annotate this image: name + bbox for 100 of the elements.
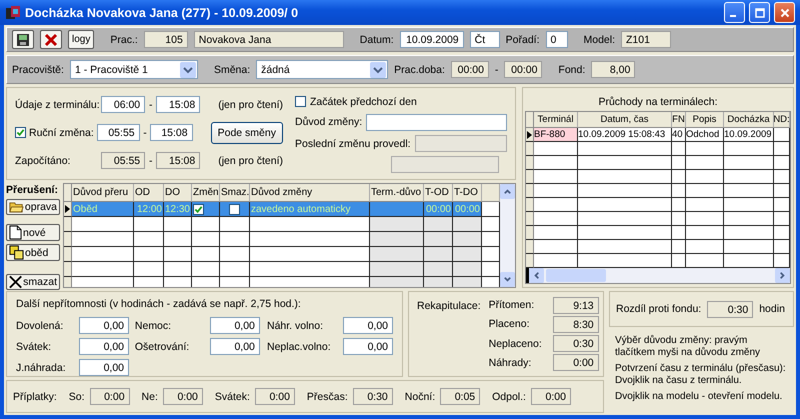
- text-field[interactable]: 0,00: [79, 359, 129, 376]
- text-field[interactable]: 0:00: [552, 354, 599, 372]
- shift-button[interactable]: Pode směny: [210, 122, 283, 144]
- toolbar-button[interactable]: smazat: [6, 274, 60, 290]
- save-button[interactable]: [12, 30, 34, 49]
- text-field[interactable]: 0,00: [343, 317, 393, 334]
- table-cell: [370, 217, 424, 232]
- field-label: Poslední změnu provedl:: [295, 138, 411, 150]
- row-header[interactable]: [526, 254, 534, 268]
- toolbar-button[interactable]: nové: [6, 224, 60, 241]
- text-field[interactable]: 0:00: [530, 388, 571, 405]
- row-header[interactable]: [64, 247, 72, 262]
- row-header[interactable]: [526, 156, 534, 170]
- row-header[interactable]: [64, 202, 72, 217]
- checkbox[interactable]: [229, 204, 240, 214]
- column-header[interactable]: FN: [672, 112, 686, 128]
- maximize-button[interactable]: [749, 2, 770, 23]
- text-field[interactable]: 00:00: [450, 61, 489, 78]
- minimize-button[interactable]: [724, 2, 745, 23]
- column-header[interactable]: Popis: [686, 112, 724, 128]
- checkbox[interactable]: [15, 127, 26, 138]
- text-field[interactable]: 10.09.2009: [400, 31, 464, 48]
- text-field[interactable]: 0:30: [352, 388, 393, 405]
- dropdown[interactable]: 1 - Pracoviště 1: [70, 60, 198, 79]
- text-field[interactable]: 06:00: [101, 96, 146, 113]
- text-field[interactable]: 0,00: [210, 338, 260, 355]
- row-header[interactable]: [64, 262, 72, 277]
- text-field[interactable]: Čt: [470, 31, 500, 48]
- checkbox[interactable]: [295, 96, 306, 108]
- column-header[interactable]: OD: [134, 184, 164, 202]
- text-field[interactable]: 8,00: [591, 61, 636, 78]
- row-header[interactable]: [526, 184, 534, 198]
- row-header[interactable]: [526, 212, 534, 226]
- text-field[interactable]: 15:08: [156, 96, 200, 113]
- text-field[interactable]: [414, 135, 507, 152]
- row-header[interactable]: [64, 232, 72, 247]
- text-field[interactable]: 05:55: [101, 152, 146, 169]
- row-header[interactable]: [526, 142, 534, 156]
- text-field[interactable]: 0:30: [707, 300, 754, 318]
- field-label: Prac.doba:: [394, 64, 445, 76]
- text-field[interactable]: 0:30: [552, 335, 599, 352]
- table-cell: [164, 247, 192, 262]
- text-field[interactable]: 05:55: [97, 124, 140, 141]
- scrollbar[interactable]: [526, 268, 790, 283]
- text-field[interactable]: 9:13: [552, 296, 599, 314]
- row-header[interactable]: [526, 226, 534, 240]
- text-field[interactable]: 0:00: [162, 388, 203, 405]
- text-field[interactable]: 0:05: [440, 388, 480, 405]
- row-header[interactable]: [526, 198, 534, 212]
- text-field[interactable]: 00:00: [504, 61, 542, 78]
- column-header[interactable]: Důvod změny: [250, 184, 370, 202]
- column-header[interactable]: Změn: [192, 184, 220, 202]
- scroll-arrow-button[interactable]: [500, 272, 515, 287]
- column-header[interactable]: Datum, čas: [578, 112, 672, 128]
- text-field[interactable]: 0,00: [79, 338, 129, 355]
- text-field[interactable]: 0:00: [254, 388, 295, 405]
- text-field[interactable]: 105: [144, 31, 188, 48]
- text-field[interactable]: 0:00: [90, 388, 130, 405]
- table-cell: 40: [672, 128, 686, 142]
- checkbox[interactable]: [193, 204, 204, 214]
- table-cell: [724, 212, 774, 226]
- scroll-arrow-button[interactable]: [500, 184, 515, 199]
- row-header[interactable]: [526, 240, 534, 254]
- row-header[interactable]: [526, 128, 534, 142]
- toolbar-button[interactable]: oběd: [6, 244, 60, 261]
- column-header[interactable]: DO: [164, 184, 192, 202]
- toolbar-button[interactable]: oprava: [6, 199, 60, 215]
- row-header[interactable]: [64, 217, 72, 232]
- text-field[interactable]: 0: [546, 31, 568, 48]
- dropdown[interactable]: žádná: [256, 60, 388, 79]
- table-cell: [72, 217, 134, 232]
- logs-button[interactable]: logy: [68, 30, 94, 49]
- text-field[interactable]: Novakova Jana: [194, 31, 344, 48]
- scroll-thumb[interactable]: [546, 269, 606, 282]
- scroll-arrow-button[interactable]: [529, 268, 544, 283]
- column-header[interactable]: Důvod přeru: [72, 184, 134, 202]
- table-cell: [724, 226, 774, 240]
- scrollbar[interactable]: [500, 184, 515, 287]
- column-header[interactable]: T-OD: [424, 184, 453, 202]
- column-header[interactable]: Docházka: [724, 112, 774, 128]
- text-field[interactable]: 0,00: [210, 317, 260, 334]
- table-cell: [672, 212, 686, 226]
- readonly-note: (jen pro čtení): [218, 154, 283, 166]
- reason-field[interactable]: [366, 114, 507, 131]
- text-field[interactable]: [391, 156, 499, 173]
- text-field[interactable]: 15:08: [156, 152, 200, 169]
- text-field[interactable]: 0,00: [79, 317, 129, 334]
- close-button[interactable]: [40, 30, 62, 49]
- column-header[interactable]: T-DO: [453, 184, 482, 202]
- column-header[interactable]: Terminál: [534, 112, 578, 128]
- column-header[interactable]: Term.-důvo: [370, 184, 424, 202]
- text-field[interactable]: Z101: [621, 31, 672, 48]
- table-cell: [724, 170, 774, 184]
- text-field[interactable]: 8:30: [552, 316, 599, 333]
- scroll-arrow-button[interactable]: [775, 268, 790, 283]
- column-header[interactable]: Smaz.: [220, 184, 250, 202]
- text-field[interactable]: 15:08: [150, 124, 193, 141]
- row-header[interactable]: [526, 170, 534, 184]
- text-field[interactable]: 0,00: [343, 338, 393, 355]
- column-header[interactable]: ND:: [774, 112, 790, 128]
